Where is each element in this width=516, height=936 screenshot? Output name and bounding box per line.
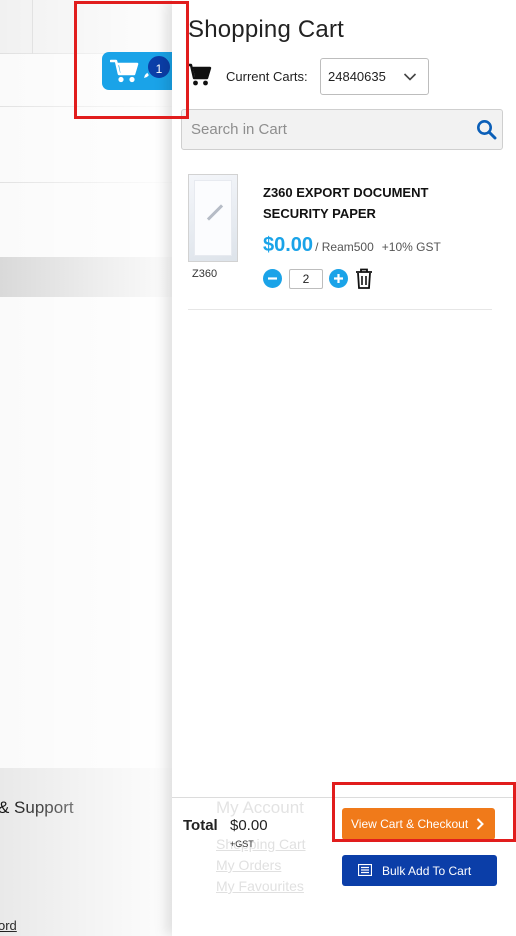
divider <box>0 106 180 107</box>
quantity-input[interactable] <box>289 269 323 289</box>
checkout-label: View Cart & Checkout <box>351 817 469 831</box>
cart-count-badge: 1 <box>146 54 172 80</box>
ghost-link: My Favourites <box>216 878 304 894</box>
minus-icon <box>268 277 277 280</box>
current-cart-select[interactable]: 24840635 <box>320 58 429 95</box>
decrease-quantity-button[interactable] <box>263 269 282 288</box>
current-carts-label: Current Carts: <box>226 69 308 84</box>
product-sku: Z360 <box>192 268 218 280</box>
nav-band <box>0 257 180 297</box>
cart-icon <box>185 63 212 92</box>
product-price: $0.00 <box>263 234 314 256</box>
bulk-add-to-cart-button[interactable]: Bulk Add To Cart <box>342 855 497 886</box>
product-image[interactable] <box>188 174 238 262</box>
chevron-down-icon <box>403 70 417 89</box>
shopping-cart-drawer: Shopping Cart Current Carts: 24840635 Se… <box>172 0 516 936</box>
footer-link[interactable]: ord <box>0 918 17 933</box>
cart-item: Z360 Z360 EXPORT DOCUMENT SECURITY PAPER… <box>188 170 492 310</box>
ghost-account-heading: My Account <box>216 798 304 817</box>
cart-icon <box>109 58 140 89</box>
drawer-title: Shopping Cart <box>188 16 345 43</box>
chevron-right-icon <box>476 818 484 833</box>
background-page: & Support ord <box>0 0 180 936</box>
ghost-link: My Orders <box>216 857 282 873</box>
total-label: Total <box>183 817 218 834</box>
drawer-footer: My Account Shopping Cart My Orders My Fa… <box>172 797 516 936</box>
divider <box>0 182 180 183</box>
bulk-label: Bulk Add To Cart <box>382 864 472 878</box>
plus-icon <box>334 274 343 283</box>
view-cart-checkout-button[interactable]: View Cart & Checkout <box>342 808 495 840</box>
total-gst: +GST <box>230 839 254 849</box>
top-bar <box>0 0 180 54</box>
list-icon <box>357 863 373 879</box>
current-cart-value: 24840635 <box>328 69 386 84</box>
cart-search <box>181 109 503 150</box>
price-row: $0.00/ Ream500 +10% GST <box>263 234 441 257</box>
current-carts-row: Current Carts: 24840635 <box>185 58 506 96</box>
search-input[interactable] <box>182 110 472 149</box>
search-icon[interactable] <box>476 119 497 145</box>
total-value: $0.00 <box>230 817 268 834</box>
increase-quantity-button[interactable] <box>329 269 348 288</box>
header-cart-button[interactable]: 1 <box>102 52 174 90</box>
product-unit: / Ream500 <box>315 240 374 254</box>
footer-heading: & Support <box>0 798 74 817</box>
product-name[interactable]: Z360 EXPORT DOCUMENT SECURITY PAPER <box>263 182 463 224</box>
trash-icon[interactable] <box>355 268 373 294</box>
site-footer: & Support ord <box>0 768 180 936</box>
gst-note: +10% GST <box>381 240 441 254</box>
